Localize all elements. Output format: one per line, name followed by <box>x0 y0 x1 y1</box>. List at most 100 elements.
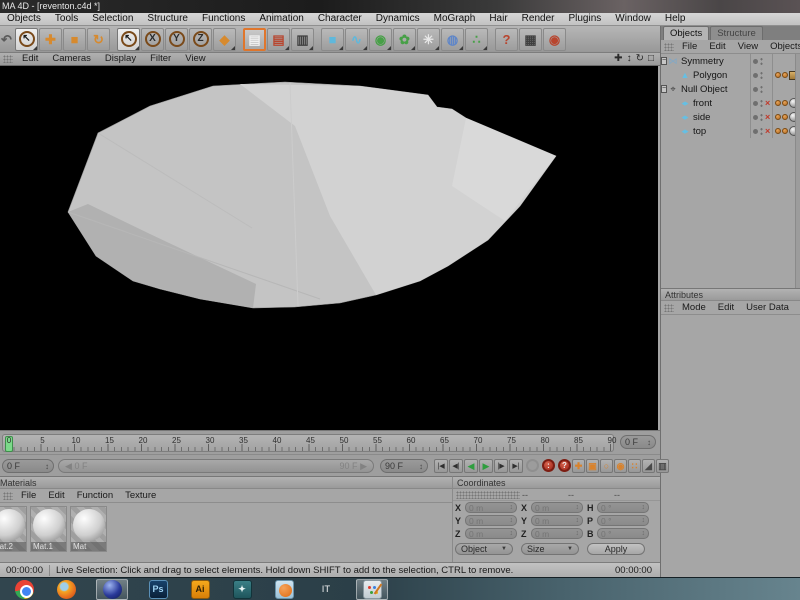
coord-field-z-1[interactable]: 0 m↕ <box>531 528 583 539</box>
content-browser-button[interactable]: ▦ <box>519 28 542 51</box>
stepper-icon[interactable]: ↕ <box>510 504 514 511</box>
current-frame-field[interactable]: 0 F ↕ <box>2 459 54 473</box>
coord-field-z-0[interactable]: 0 m↕ <box>465 528 517 539</box>
goto-start-button[interactable]: |◀ <box>434 459 448 473</box>
selection-tag-icon[interactable] <box>782 128 788 134</box>
tree-row-side[interactable]: ◆side× <box>661 110 800 124</box>
record-pla-toggle[interactable]: ∷ <box>628 459 641 473</box>
menu-animation[interactable]: Animation <box>252 13 310 25</box>
panel-grip-icon[interactable] <box>3 55 13 63</box>
coordinate-system-button[interactable]: ◆ <box>213 28 236 51</box>
coord-field-p-2[interactable]: 0 °↕ <box>597 515 649 526</box>
end-frame-field[interactable]: 90 F ↕ <box>380 459 428 473</box>
frame-range-slider[interactable]: ◀ 0 F 90 F ▶ <box>58 459 374 473</box>
stepper-icon[interactable]: ↕ <box>642 530 646 537</box>
selection-tag-icon[interactable] <box>782 114 788 120</box>
visibility-dot-icon[interactable] <box>753 115 758 120</box>
sound-toggle[interactable]: ◢ <box>642 459 655 473</box>
attributes-menu-mode[interactable]: Mode <box>676 302 712 314</box>
menu-help[interactable]: Help <box>658 13 693 25</box>
panel-grip-icon[interactable] <box>456 491 520 499</box>
autokey-button[interactable]: ? <box>558 459 571 472</box>
viewport-menu-view[interactable]: View <box>178 53 212 65</box>
tree-row-front[interactable]: ◆front× <box>661 96 800 110</box>
record-rotation-toggle[interactable]: ○ <box>600 459 613 473</box>
menu-character[interactable]: Character <box>311 13 369 25</box>
lock-x-axis-button[interactable]: X <box>141 28 164 51</box>
coord-field-y-1[interactable]: 0 m↕ <box>531 515 583 526</box>
selection-tag-icon[interactable] <box>782 72 788 78</box>
objects-menu-edit[interactable]: Edit <box>703 41 731 53</box>
add-hypernurbs-button[interactable]: ◉ <box>369 28 392 51</box>
materials-menu-edit[interactable]: Edit <box>42 490 70 502</box>
stepper-icon[interactable]: ↕ <box>576 530 580 537</box>
picture-viewer-button[interactable]: ◉ <box>543 28 566 51</box>
selection-tag-icon[interactable] <box>775 100 781 106</box>
lock-z-axis-button[interactable]: Z <box>189 28 212 51</box>
dropdown-size[interactable]: Size▼ <box>521 543 579 555</box>
apply-button[interactable]: Apply <box>587 543 645 555</box>
materials-menu-file[interactable]: File <box>15 490 42 502</box>
render-settings-button[interactable]: ▥ <box>291 28 314 51</box>
visibility-dot-icon[interactable] <box>753 73 758 78</box>
visibility-dot-icon[interactable] <box>753 101 758 106</box>
selection-tag-icon[interactable] <box>782 100 788 106</box>
selection-tag-icon[interactable] <box>775 72 781 78</box>
visibility-dot-icon[interactable] <box>753 129 758 134</box>
viewport-menu-edit[interactable]: Edit <box>15 53 45 65</box>
render-view-button[interactable]: ▤ <box>243 28 266 51</box>
render-picture-viewer-button[interactable]: ▤ <box>267 28 290 51</box>
coord-field-x-0[interactable]: 0 m↕ <box>465 502 517 513</box>
move-tool[interactable]: ✚ <box>39 28 62 51</box>
timeline-ruler[interactable]: 051015202530354045505560657075808590 <box>2 434 614 452</box>
coord-field-x-1[interactable]: 0 m↕ <box>531 502 583 513</box>
taskbar-app-button[interactable]: ✦ <box>230 579 254 600</box>
coord-field-h-2[interactable]: 0 °↕ <box>597 502 649 513</box>
coord-field-y-0[interactable]: 0 m↕ <box>465 515 517 526</box>
add-scene-object-button[interactable]: ◍ <box>441 28 464 51</box>
add-particles-button[interactable]: ∴ <box>465 28 488 51</box>
tab-structure[interactable]: Structure <box>710 26 763 40</box>
taskbar-photoshop-button[interactable]: Ps <box>146 579 170 600</box>
visibility-minidots-icon[interactable] <box>760 113 763 122</box>
recent-selection-tool[interactable]: ↖ <box>117 28 140 51</box>
visibility-dots[interactable] <box>750 82 773 96</box>
viewport-rotate-icon[interactable]: ↻ <box>636 53 644 65</box>
add-primitive-button[interactable]: ■ <box>321 28 344 51</box>
menu-plugins[interactable]: Plugins <box>561 13 608 25</box>
visibility-dots[interactable]: × <box>750 124 773 138</box>
title-bar[interactable]: MA 4D - [reventon.c4d *] <box>0 0 800 13</box>
tree-row-null-object[interactable]: −⌖Null Object <box>661 82 800 96</box>
viewport-3d[interactable] <box>0 66 658 430</box>
tree-scrollbar[interactable] <box>795 54 800 288</box>
taskbar-mediaplayer-button[interactable] <box>272 579 296 600</box>
stepper-icon[interactable]: ↕ <box>642 504 646 511</box>
next-key-button[interactable]: |▶ <box>494 459 508 473</box>
menu-objects[interactable]: Objects <box>0 13 48 25</box>
stepper-icon[interactable]: ↕ <box>576 504 580 511</box>
panel-grip-icon[interactable] <box>664 304 674 312</box>
record-position-toggle[interactable]: ✚ <box>572 459 585 473</box>
taskbar-illustrator-button[interactable]: Ai <box>188 579 212 600</box>
tree-row-polygon[interactable]: ▲Polygon <box>661 68 800 82</box>
add-spline-button[interactable]: ∿ <box>345 28 368 51</box>
help-tool[interactable]: ? <box>495 28 518 51</box>
taskbar-cinema4d-button[interactable] <box>96 579 128 600</box>
goto-end-button[interactable]: ▶| <box>509 459 523 473</box>
menu-dynamics[interactable]: Dynamics <box>369 13 427 25</box>
undo-tool[interactable]: ↶ <box>1 28 12 51</box>
stepper-icon[interactable]: ↕ <box>647 438 651 447</box>
taskbar-firefox-button[interactable] <box>54 579 78 600</box>
menu-render[interactable]: Render <box>515 13 562 25</box>
stepper-icon[interactable]: ↕ <box>45 462 49 471</box>
record-disabled-button[interactable] <box>526 459 539 472</box>
objects-menu-objects[interactable]: Objects <box>764 41 800 53</box>
visibility-minidots-icon[interactable] <box>760 85 763 94</box>
viewport-zoom-icon[interactable]: ↕ <box>627 53 632 65</box>
viewport-menu-display[interactable]: Display <box>98 53 143 65</box>
attributes-menu-user-data[interactable]: User Data <box>740 302 795 314</box>
stepper-icon[interactable]: ↕ <box>510 517 514 524</box>
visibility-minidots-icon[interactable] <box>760 99 763 108</box>
material-thumb-mat-1[interactable]: Mat.1 <box>30 506 67 552</box>
timeline-frame-field[interactable]: 0 F ↕ <box>620 435 656 449</box>
